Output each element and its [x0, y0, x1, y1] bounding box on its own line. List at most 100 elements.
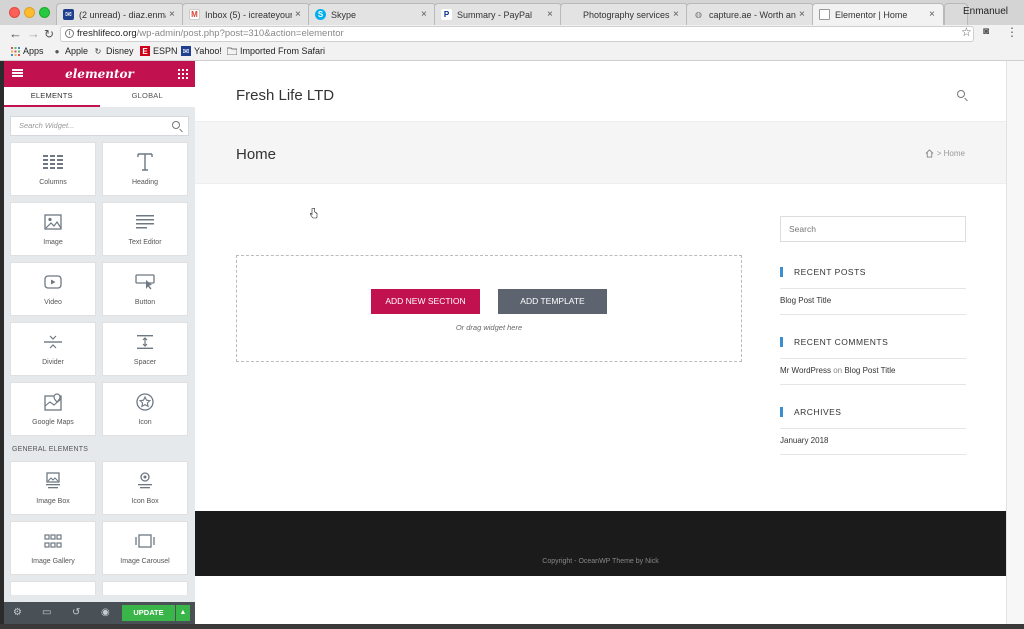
widget-icon-box[interactable]: Icon Box [102, 461, 188, 515]
widget-partial[interactable] [102, 581, 188, 595]
recent-post-link[interactable]: Blog Post Title [780, 296, 831, 305]
divider [780, 288, 966, 289]
widget-button[interactable]: Button [102, 262, 188, 316]
browser-menu-icon[interactable]: ⋮ [1006, 25, 1018, 39]
update-button[interactable]: UPDATE [122, 605, 175, 621]
add-template-button[interactable]: ADD TEMPLATE [498, 289, 607, 314]
maximize-window-button[interactable] [39, 7, 50, 18]
comment-on-text: on [833, 366, 843, 375]
bookmark-folder-imported[interactable]: Imported From Safari [227, 46, 325, 56]
widget-columns[interactable]: Columns [10, 142, 96, 196]
tab-close-icon[interactable]: × [421, 9, 429, 20]
bookmark-disney[interactable]: ↻ Disney [93, 46, 134, 56]
section-drop-area[interactable]: ADD NEW SECTION ADD TEMPLATE Or drag wid… [236, 255, 742, 362]
bookmark-star-icon[interactable]: ☆ [961, 25, 972, 39]
star-icon [103, 393, 187, 411]
bookmark-apps[interactable]: Apps [10, 46, 44, 56]
minimize-window-button[interactable] [24, 7, 35, 18]
widget-image-carousel[interactable]: Image Carousel [102, 521, 188, 575]
paypal-icon: P [441, 9, 452, 20]
home-icon[interactable] [925, 149, 934, 158]
yahoo-mail-icon: ✉ [181, 46, 191, 56]
bookmarks-bar: Apps ● Apple ↻ Disney E ESPN ✉ Yahoo! Im… [0, 43, 1024, 61]
widget-icon[interactable]: Icon [102, 382, 188, 436]
drag-widget-hint: Or drag widget here [455, 323, 523, 332]
comment-post-link[interactable]: Blog Post Title [844, 366, 895, 375]
sidebar-search-input[interactable]: Search [780, 216, 966, 242]
tab-global[interactable]: GLOBAL [100, 87, 196, 107]
columns-icon [11, 153, 95, 171]
back-arrow-icon[interactable]: ← [9, 26, 22, 42]
tab-close-icon[interactable]: × [547, 9, 555, 20]
browser-tab[interactable]: P Summary - PayPal × [434, 3, 562, 25]
url-input[interactable]: i freshlifeco.org/wp-admin/post.php?post… [60, 26, 974, 42]
tab-elements[interactable]: ELEMENTS [4, 87, 100, 107]
archive-link[interactable]: January 2018 [780, 436, 828, 445]
widget-text-editor[interactable]: Text Editor [102, 202, 188, 256]
bookmark-apple[interactable]: ● Apple [52, 46, 88, 56]
text-editor-icon [103, 213, 187, 231]
page-preview: Fresh Life LTD Home > Home ADD NEW SECTI… [195, 61, 1006, 624]
recent-comment: Mr WordPress on Blog Post Title [780, 366, 895, 375]
bookmark-yahoo[interactable]: ✉ Yahoo! [181, 46, 222, 56]
breadcrumb-separator: > [936, 149, 944, 158]
widget-search-input[interactable]: Search Widget... [10, 116, 189, 136]
widgets-grid-icon[interactable] [178, 69, 188, 79]
browser-tab[interactable]: ✉ (2 unread) - diaz.enmanu × [56, 3, 184, 25]
responsive-mode-icon[interactable]: ▭ [42, 607, 51, 618]
divider [780, 384, 966, 385]
bookmark-espn[interactable]: E ESPN [140, 46, 178, 56]
document-icon [819, 9, 830, 20]
widget-heading[interactable]: Heading [102, 142, 188, 196]
tab-close-icon[interactable]: × [169, 9, 177, 20]
preview-eye-icon[interactable]: ◉ [101, 607, 110, 618]
settings-gear-icon[interactable]: ⚙ [13, 607, 22, 618]
widget-video[interactable]: Video [10, 262, 96, 316]
page-header: Home > Home [195, 121, 1006, 184]
history-icon[interactable]: ↺ [72, 607, 80, 618]
widget-image-gallery[interactable]: Image Gallery [10, 521, 96, 575]
add-new-section-button[interactable]: ADD NEW SECTION [371, 289, 480, 314]
browser-tab[interactable]: S Skype × [308, 3, 436, 25]
capture-icon: ◍ [695, 10, 702, 19]
widget-partial[interactable] [10, 581, 96, 595]
gmail-icon: M [189, 9, 200, 20]
search-icon[interactable] [957, 90, 965, 98]
reload-icon[interactable]: ↻ [44, 26, 54, 42]
tab-close-icon[interactable]: × [799, 9, 807, 20]
search-icon [172, 121, 180, 129]
site-title[interactable]: Fresh Life LTD [236, 87, 334, 104]
widget-image[interactable]: Image [10, 202, 96, 256]
copyright-text: Copyright - OceanWP Theme by Nick [542, 558, 659, 565]
icon-box-icon [103, 472, 187, 490]
widget-spacer[interactable]: Spacer [102, 322, 188, 376]
tab-close-icon[interactable]: × [929, 9, 937, 20]
window-bottom-edge [0, 624, 1024, 629]
profile-name[interactable]: Enmanuel [963, 6, 1008, 17]
archives-title: ARCHIVES [780, 407, 841, 417]
comment-author-link[interactable]: Mr WordPress [780, 366, 831, 375]
video-icon [11, 273, 95, 291]
divider [780, 314, 966, 315]
espn-icon: E [140, 46, 150, 56]
update-options-caret-icon[interactable]: ▲ [176, 605, 190, 621]
close-window-button[interactable] [9, 7, 20, 18]
panel-tabs: ELEMENTS GLOBAL [4, 87, 195, 107]
info-icon[interactable]: i [65, 29, 74, 38]
preview-scrollbar[interactable] [1006, 61, 1024, 624]
widget-google-maps[interactable]: Google Maps [10, 382, 96, 436]
divider [780, 454, 966, 455]
browser-tab[interactable]: Photography services in × [560, 3, 688, 25]
camera-icon[interactable]: ◙ [983, 26, 989, 37]
url-path: /wp-admin/post.php?post=310&action=eleme… [136, 28, 344, 39]
tab-close-icon[interactable]: × [673, 9, 681, 20]
tab-close-icon[interactable]: × [295, 9, 303, 20]
divider-icon [11, 333, 95, 351]
widget-image-box[interactable]: Image Box [10, 461, 96, 515]
browser-tab[interactable]: ◍ capture.ae - Worth and tr × [686, 3, 814, 25]
forward-arrow-icon[interactable]: → [27, 26, 40, 42]
browser-tab-active[interactable]: Elementor | Home × [812, 3, 944, 25]
image-box-icon [11, 472, 95, 490]
browser-tab[interactable]: M Inbox (5) - icreateyoursh × [182, 3, 310, 25]
widget-divider[interactable]: Divider [10, 322, 96, 376]
